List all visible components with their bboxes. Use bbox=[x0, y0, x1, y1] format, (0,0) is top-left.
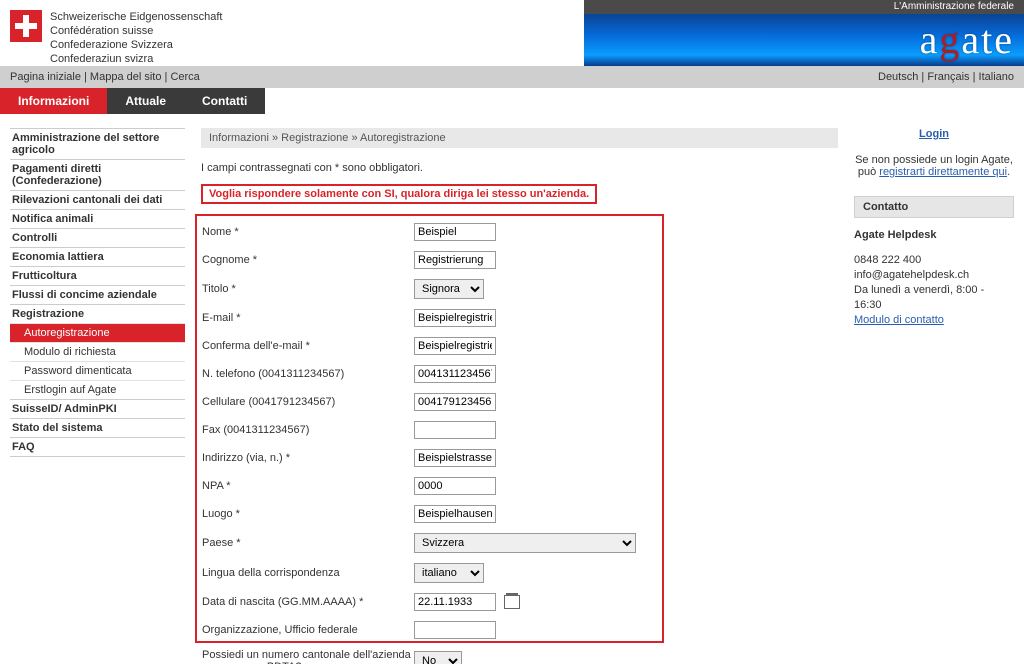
swiss-flag-icon bbox=[10, 10, 42, 42]
label-titolo: Titolo * bbox=[201, 278, 413, 300]
label-npa: NPA * bbox=[201, 476, 413, 496]
lang-fr[interactable]: Français bbox=[927, 71, 969, 83]
sidebar-item[interactable]: Flussi di concime aziendale bbox=[10, 285, 185, 304]
admin-link[interactable]: L'Amministrazione federale bbox=[584, 0, 1024, 14]
label-bdta: Possiedi un numero cantonale dell'aziend… bbox=[201, 648, 413, 664]
label-org: Organizzazione, Ufficio federale bbox=[201, 620, 413, 640]
language-switch: Deutsch | Français | Italiano bbox=[878, 71, 1014, 83]
label-paese: Paese * bbox=[201, 532, 413, 554]
lang-de[interactable]: Deutsch bbox=[878, 71, 918, 83]
input-cognome[interactable] bbox=[414, 251, 496, 269]
org-line: Schweizerische Eidgenossenschaft bbox=[50, 10, 222, 24]
input-zip[interactable] bbox=[414, 477, 496, 495]
label-email2: Conferma dell'e-mail * bbox=[201, 336, 413, 356]
sidebar-item[interactable]: Stato del sistema bbox=[10, 418, 185, 437]
utility-links: Pagina iniziale | Mappa del sito | Cerca bbox=[10, 71, 200, 83]
register-link[interactable]: registrarti direttamente qui bbox=[879, 166, 1007, 178]
login-intro: Se non possiede un login Agate, può regi… bbox=[854, 154, 1014, 178]
input-email-confirm[interactable] bbox=[414, 337, 496, 355]
sidebar-item[interactable]: Password dimenticata bbox=[10, 361, 185, 380]
confederation-names: Schweizerische Eidgenossenschaft Confédé… bbox=[50, 6, 222, 66]
registration-form: Nome * Cognome * Titolo *Signora E-mail … bbox=[201, 214, 838, 664]
sidebar: Amministrazione del settore agricoloPaga… bbox=[10, 128, 185, 457]
select-language[interactable]: italiano bbox=[414, 563, 484, 583]
helpdesk-phone: 0848 222 400 bbox=[854, 253, 1014, 268]
agate-logo: agate bbox=[920, 16, 1012, 63]
org-line: Confederazione Svizzera bbox=[50, 38, 222, 52]
org-line: Confederaziun svizra bbox=[50, 52, 222, 66]
home-link[interactable]: Pagina iniziale bbox=[10, 71, 81, 83]
label-cognome: Cognome * bbox=[201, 250, 413, 270]
select-titolo[interactable]: Signora bbox=[414, 279, 484, 299]
calendar-icon[interactable] bbox=[504, 595, 520, 609]
helpdesk-title: Agate Helpdesk bbox=[854, 228, 1014, 243]
login-link[interactable]: Login bbox=[854, 128, 1014, 140]
main-content: Informazioni » Registrazione » Autoregis… bbox=[185, 128, 854, 664]
required-note: I campi contrassegnati con * sono obblig… bbox=[201, 162, 838, 174]
sidebar-item[interactable]: Erstlogin auf Agate bbox=[10, 380, 185, 399]
tab-attuale[interactable]: Attuale bbox=[107, 88, 184, 114]
sitemap-link[interactable]: Mappa del sito bbox=[90, 71, 162, 83]
sidebar-item[interactable]: SuisseID/ AdminPKI bbox=[10, 399, 185, 418]
contact-form-link[interactable]: Modulo di contatto bbox=[854, 314, 944, 326]
sidebar-item[interactable]: Pagamenti diretti (Confederazione) bbox=[10, 159, 185, 190]
sidebar-item[interactable]: Rilevazioni cantonali dei dati bbox=[10, 190, 185, 209]
sidebar-item[interactable]: Autoregistrazione bbox=[10, 323, 185, 342]
label-addr: Indirizzo (via, n.) * bbox=[201, 448, 413, 468]
input-fax[interactable] bbox=[414, 421, 496, 439]
label-nome: Nome * bbox=[201, 222, 413, 242]
input-email[interactable] bbox=[414, 309, 496, 327]
sidebar-item[interactable]: Amministrazione del settore agricolo bbox=[10, 128, 185, 159]
input-phone[interactable] bbox=[414, 365, 496, 383]
helpdesk-info: Agate Helpdesk 0848 222 400 info@agatehe… bbox=[854, 228, 1014, 328]
helpdesk-mail: info@agatehelpdesk.ch bbox=[854, 268, 1014, 283]
label-cell: Cellulare (0041791234567) bbox=[201, 392, 413, 412]
label-fax: Fax (0041311234567) bbox=[201, 420, 413, 440]
label-email: E-mail * bbox=[201, 308, 413, 328]
label-lingua: Lingua della corrispondenza bbox=[201, 562, 413, 584]
select-bdta[interactable]: No bbox=[414, 651, 462, 664]
input-org[interactable] bbox=[414, 621, 496, 639]
search-link[interactable]: Cerca bbox=[170, 71, 199, 83]
warning-box: Voglia rispondere solamente con SI, qual… bbox=[201, 184, 597, 204]
right-column: Login Se non possiede un login Agate, pu… bbox=[854, 128, 1014, 328]
breadcrumb: Informazioni » Registrazione » Autoregis… bbox=[201, 128, 838, 148]
helpdesk-hours: Da lunedì a venerdì, 8:00 - 16:30 bbox=[854, 283, 1014, 313]
contact-panel-header: Contatto bbox=[854, 196, 1014, 218]
sidebar-item[interactable]: Modulo di richiesta bbox=[10, 342, 185, 361]
lang-it[interactable]: Italiano bbox=[979, 71, 1014, 83]
tab-informazioni[interactable]: Informazioni bbox=[0, 88, 107, 114]
utility-bar: Pagina iniziale | Mappa del sito | Cerca… bbox=[0, 66, 1024, 88]
sidebar-item[interactable]: Controlli bbox=[10, 228, 185, 247]
sidebar-item[interactable]: Registrazione bbox=[10, 304, 185, 323]
input-dob[interactable] bbox=[414, 593, 496, 611]
site-banner: L'Amministrazione federale agate bbox=[584, 0, 1024, 66]
input-mobile[interactable] bbox=[414, 393, 496, 411]
select-country[interactable]: Svizzera bbox=[414, 533, 636, 553]
brand-header: Schweizerische Eidgenossenschaft Confédé… bbox=[0, 0, 1024, 66]
sidebar-item[interactable]: Notifica animali bbox=[10, 209, 185, 228]
input-nome[interactable] bbox=[414, 223, 496, 241]
main-nav: Informazioni Attuale Contatti bbox=[0, 88, 1024, 114]
sidebar-item[interactable]: Economia lattiera bbox=[10, 247, 185, 266]
sidebar-item[interactable]: Frutticoltura bbox=[10, 266, 185, 285]
input-address[interactable] bbox=[414, 449, 496, 467]
tab-contatti[interactable]: Contatti bbox=[184, 88, 265, 114]
confederation-logo: Schweizerische Eidgenossenschaft Confédé… bbox=[0, 0, 230, 66]
sidebar-item[interactable]: FAQ bbox=[10, 437, 185, 457]
label-luogo: Luogo * bbox=[201, 504, 413, 524]
label-tel: N. telefono (0041311234567) bbox=[201, 364, 413, 384]
label-dob: Data di nascita (GG.MM.AAAA) * bbox=[201, 592, 413, 612]
org-line: Confédération suisse bbox=[50, 24, 222, 38]
input-city[interactable] bbox=[414, 505, 496, 523]
